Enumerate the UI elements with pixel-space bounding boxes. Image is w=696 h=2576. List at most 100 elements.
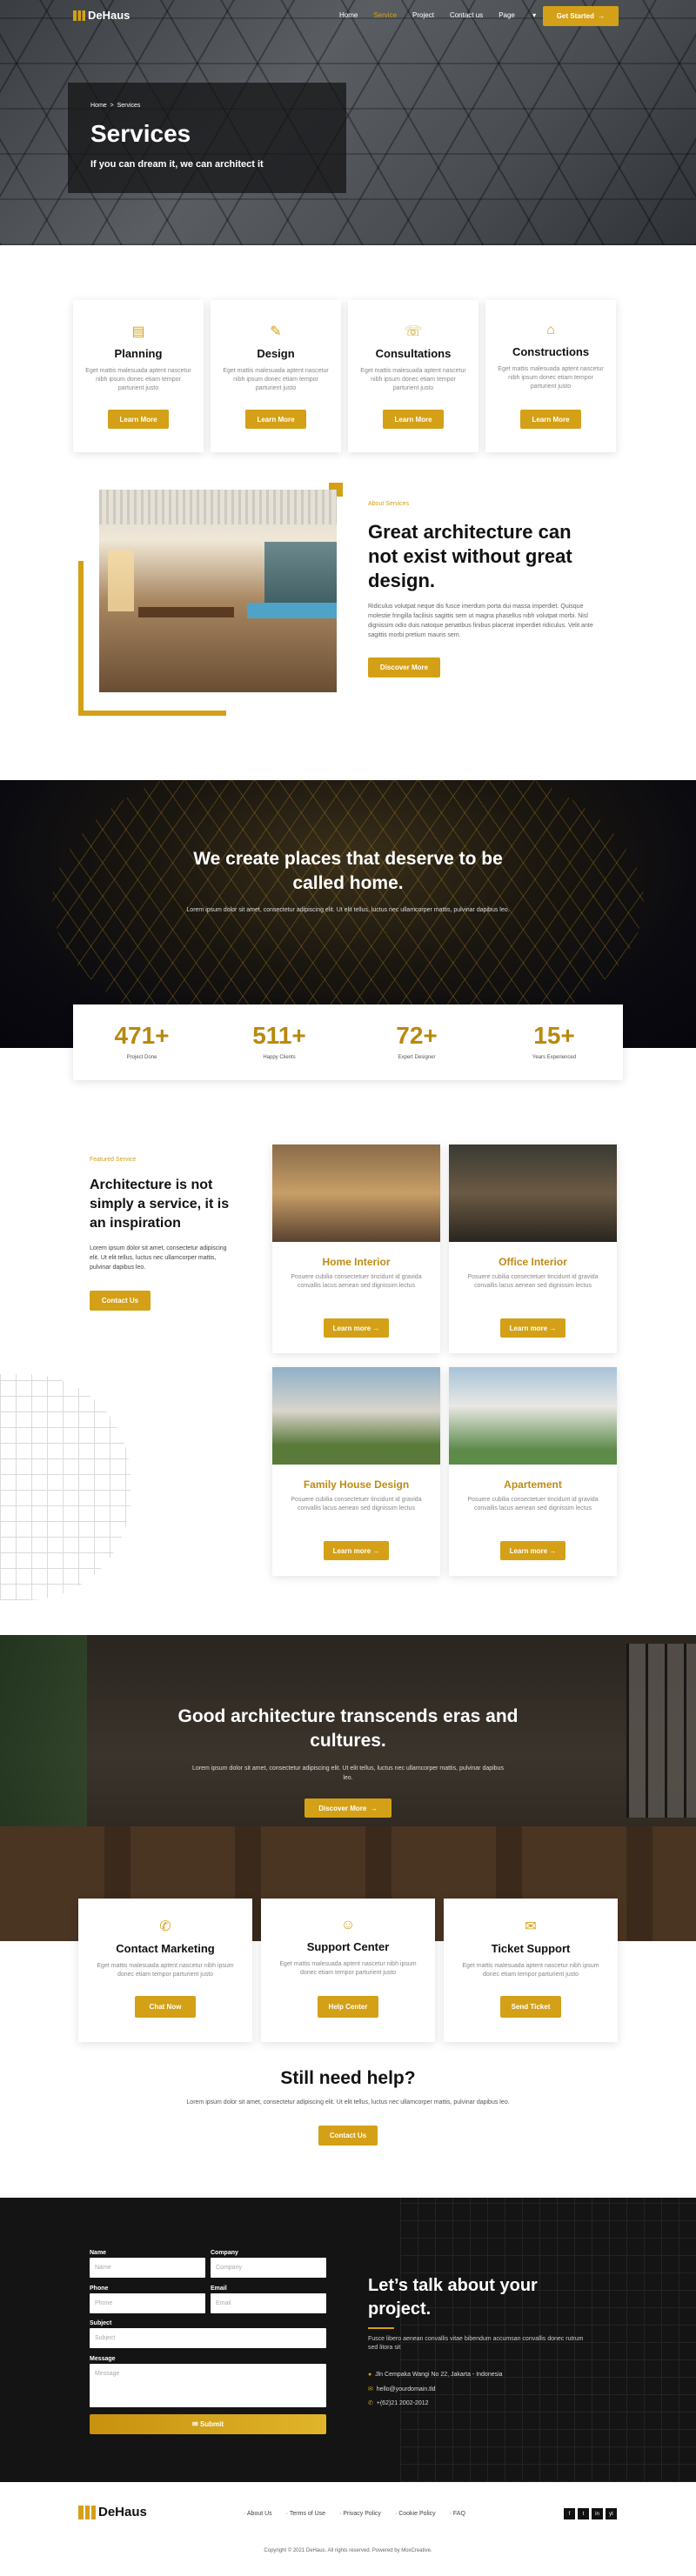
constructions-icon: ⌂ — [546, 323, 555, 337]
support-action-button[interactable]: Help Center — [318, 1996, 378, 2018]
footer-link-terms[interactable]: · Terms of Use — [286, 2511, 325, 2517]
support-action-button[interactable]: Send Ticket — [500, 1996, 561, 2018]
learn-more-button[interactable]: Learn More — [108, 410, 169, 429]
service-title: Constructions — [512, 345, 590, 358]
service-card: ⌂ Constructions Eget mattis malesuada ap… — [485, 300, 616, 452]
subject-input[interactable]: Subject — [90, 2328, 326, 2348]
eras-text: Lorem ipsum dolor sit amet, consectetur … — [192, 1765, 504, 1781]
footer-link-label: Terms of Use — [289, 2511, 326, 2517]
company-placeholder: Company — [216, 2265, 242, 2271]
support-card: ✉ Ticket Support Eget mattis malesuada a… — [444, 1899, 618, 2042]
name-label: Name — [90, 2250, 107, 2256]
ticket-support-icon: ✉ — [525, 1919, 537, 1934]
support-action-button[interactable]: Chat Now — [135, 1996, 196, 2018]
youtube-icon[interactable]: yt — [606, 2508, 617, 2519]
featured-card: Family House Design Posuere cubilia cons… — [272, 1367, 440, 1576]
learn-more-button[interactable]: Learn More — [383, 410, 444, 429]
stat-value: 471+ — [114, 1022, 170, 1049]
learn-more-button[interactable]: Learn more → — [324, 1541, 389, 1560]
service-card: ✎ Design Eget mattis malesuada aptent na… — [211, 300, 341, 452]
brand-name: DeHaus — [88, 9, 130, 22]
learn-more-button[interactable]: Learn more → — [500, 1541, 566, 1560]
phone-text[interactable]: +(62)21 2002-2012 — [377, 2400, 429, 2406]
breadcrumb-home[interactable]: Home — [90, 103, 107, 109]
nav-project[interactable]: Project — [412, 11, 434, 19]
stat-value: 511+ — [252, 1022, 306, 1049]
stat-value: 72+ — [396, 1022, 438, 1049]
chevron-down-icon: ▾ — [532, 11, 537, 19]
stat-designers: 72+ Expert Designer — [348, 1004, 485, 1080]
help-contact-button[interactable]: Contact Us — [318, 2126, 378, 2146]
footer-link-cookie[interactable]: · Cookie Policy — [395, 2511, 436, 2517]
phone-input[interactable]: Phone — [90, 2293, 205, 2313]
service-card: ▤ Planning Eget mattis malesuada aptent … — [73, 300, 204, 452]
footer-link-privacy[interactable]: · Privacy Policy — [339, 2511, 381, 2517]
name-placeholder: Name — [95, 2265, 111, 2271]
planning-icon: ▤ — [131, 324, 145, 339]
featured-card-text: Posuere cubilia consectetuer tincidunt i… — [291, 1274, 422, 1289]
stat-years: 15+ Years Experienced — [485, 1004, 623, 1080]
learn-more-button[interactable]: Learn More — [245, 410, 306, 429]
footer-link-faq[interactable]: · FAQ — [450, 2511, 465, 2517]
email-text[interactable]: hello@yourdomain.tld — [377, 2386, 436, 2392]
subject-label: Subject — [90, 2320, 112, 2326]
phone-placeholder: Phone — [95, 2300, 113, 2306]
twitter-icon[interactable]: t — [578, 2508, 589, 2519]
stat-label: Years Experienced — [532, 1055, 577, 1060]
stat-projects: 471+ Project Done — [73, 1004, 211, 1080]
footer-link-about[interactable]: · About Us — [244, 2511, 272, 2517]
send-icon: ✉ — [191, 2420, 198, 2428]
featured-text: Lorem ipsum dolor sit amet, consectetur … — [90, 1245, 227, 1271]
about-title: Great architecture can not exist without… — [368, 521, 572, 591]
top-navigation: DeHaus Home Service Project Contact us P… — [0, 0, 696, 31]
service-text: Eget mattis malesuada aptent nascetur ni… — [498, 366, 604, 390]
nav-service[interactable]: Service — [373, 11, 397, 19]
places-text: Lorem ipsum dolor sit amet, consectetur … — [186, 907, 510, 913]
stat-label: Project Done — [126, 1055, 157, 1060]
copyright: Copyright © 2021 DeHaus. All rights rese… — [264, 2548, 432, 2553]
service-card: ☏ Consultations Eget mattis malesuada ap… — [348, 300, 478, 452]
about-eyebrow: About Services — [368, 501, 410, 507]
help-title: Still need help? — [280, 2068, 416, 2088]
logo-icon — [73, 10, 85, 21]
blueprint-decoration — [0, 1374, 130, 1600]
learn-more-button[interactable]: Learn More — [520, 410, 581, 429]
facebook-icon[interactable]: f — [564, 2508, 575, 2519]
discover-more-button[interactable]: Discover More — [368, 657, 440, 677]
support-card: ☺ Support Center Eget mattis malesuada a… — [261, 1899, 435, 2042]
email-input[interactable]: Email — [211, 2293, 326, 2313]
nav-contact[interactable]: Contact us — [450, 11, 483, 19]
footer-logo[interactable]: DeHaus — [78, 2505, 147, 2519]
talk-divider — [368, 2327, 394, 2329]
company-input[interactable]: Company — [211, 2258, 326, 2278]
nav-home[interactable]: Home — [339, 11, 358, 19]
consultations-icon: ☏ — [404, 324, 422, 339]
brand-logo[interactable]: DeHaus — [73, 9, 130, 22]
support-text: Eget mattis malesuada aptent nascetur ni… — [97, 1963, 234, 1978]
map-pin-icon: ● — [368, 2372, 372, 2378]
message-textarea[interactable]: Message — [90, 2364, 326, 2407]
service-title: Design — [257, 347, 295, 360]
logo-icon — [78, 2505, 96, 2519]
name-input[interactable]: Name — [90, 2258, 205, 2278]
address-row: ● Jln Cempaka Wangi No 22, Jakarta - Ind… — [368, 2372, 503, 2378]
eras-discover-button[interactable]: Discover More → — [304, 1799, 392, 1818]
featured-card: Home Interior Posuere cubilia consectetu… — [272, 1145, 440, 1353]
featured-card-title: Home Interior — [322, 1256, 391, 1268]
featured-card: Apartement Posuere cubilia consectetuer … — [449, 1367, 617, 1576]
footer-link-label: Privacy Policy — [343, 2511, 381, 2517]
featured-card-title: Family House Design — [303, 1478, 410, 1491]
linkedin-icon[interactable]: in — [592, 2508, 603, 2519]
support-card: ✆ Contact Marketing Eget mattis malesuad… — [78, 1899, 252, 2042]
company-label: Company — [211, 2250, 238, 2256]
breadcrumb-separator: > — [110, 103, 114, 109]
featured-card-image — [449, 1367, 617, 1465]
submit-button[interactable]: ✉ Submit — [90, 2414, 326, 2434]
learn-more-button[interactable]: Learn more → — [500, 1318, 566, 1338]
footer-link-label: Cookie Policy — [398, 2511, 436, 2517]
featured-contact-button[interactable]: Contact Us — [90, 1291, 151, 1311]
learn-more-button[interactable]: Learn more → — [324, 1318, 389, 1338]
get-started-button[interactable]: Get Started → — [543, 6, 619, 26]
service-text: Eget mattis malesuada aptent nascetur ni… — [85, 368, 191, 391]
submit-label: Submit — [199, 2420, 224, 2428]
